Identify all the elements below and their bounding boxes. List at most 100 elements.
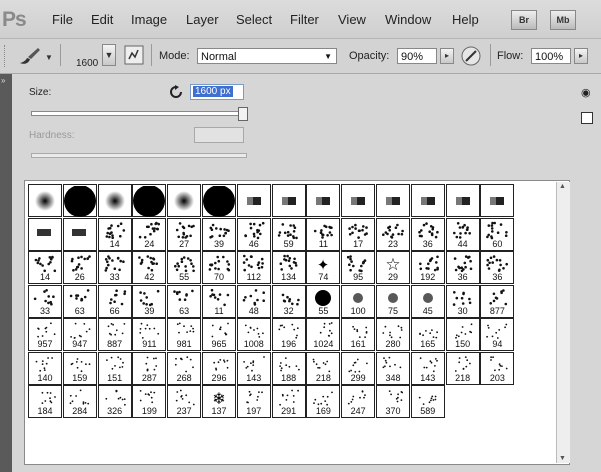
brush-preset-cell[interactable]: 44 [445, 217, 480, 251]
brush-preset-cell[interactable]: 24 [132, 217, 167, 251]
brush-panel-icon[interactable] [124, 45, 144, 65]
brush-preset-cell[interactable] [271, 184, 306, 217]
brush-preset-cell[interactable] [132, 184, 167, 217]
brush-preset-cell[interactable]: 143 [236, 351, 271, 385]
brush-preset-cell[interactable] [445, 184, 480, 217]
brush-preset-cell[interactable]: 184 [28, 385, 62, 418]
brush-preset-cell[interactable]: 48 [236, 284, 271, 318]
brush-preset-cell[interactable] [62, 217, 97, 251]
brush-preset-cell[interactable] [480, 184, 515, 217]
brush-preset-cell[interactable]: 59 [271, 217, 306, 251]
brush-preset-cell[interactable]: ✦ 74 [306, 251, 341, 284]
brush-preset-cell[interactable]: 165 [410, 318, 445, 351]
brush-preset-cell[interactable] [410, 184, 445, 217]
pressure-opacity-icon[interactable] [460, 45, 482, 67]
brush-preset-cell[interactable]: 26 [62, 251, 97, 284]
new-preset-icon[interactable] [581, 112, 593, 124]
brush-preset-cell[interactable]: 39 [132, 284, 167, 318]
reset-size-icon[interactable] [169, 85, 183, 99]
brush-preset-cell[interactable]: 42 [132, 251, 167, 284]
brush-preset-cell[interactable] [376, 184, 410, 217]
brush-preset-cell[interactable]: 589 [410, 385, 445, 418]
brush-preset-cell[interactable]: 55 [306, 284, 341, 318]
brush-preset-cell[interactable]: 284 [62, 385, 97, 418]
menu-file[interactable]: File [52, 12, 73, 27]
brush-preset-cell[interactable]: 23 [376, 217, 410, 251]
brush-preset-cell[interactable]: ❄ 137 [202, 385, 236, 418]
menu-edit[interactable]: Edit [91, 12, 113, 27]
brush-preset-cell[interactable]: 965 [202, 318, 236, 351]
brush-preset-cell[interactable]: ☆ 29 [376, 251, 410, 284]
brush-preset-cell[interactable] [236, 184, 271, 217]
brush-preset-cell[interactable] [97, 184, 132, 217]
brush-preset-cell[interactable]: 326 [97, 385, 132, 418]
opacity-field[interactable]: 90% [397, 48, 437, 64]
scroll-down-icon[interactable]: ▼ [559, 455, 566, 462]
brush-preset-cell[interactable]: 46 [236, 217, 271, 251]
brush-preset-cell[interactable]: 33 [97, 251, 132, 284]
menu-window[interactable]: Window [385, 12, 431, 27]
brush-preset-cell[interactable] [28, 217, 62, 251]
brush-preset-cell[interactable]: 36 [410, 217, 445, 251]
brush-preset-cell[interactable]: 947 [62, 318, 97, 351]
brush-preset-cell[interactable]: 296 [202, 351, 236, 385]
brush-preset-cell[interactable]: 134 [271, 251, 306, 284]
brush-preset-cell[interactable]: 150 [445, 318, 480, 351]
brush-preset-cell[interactable]: 14 [28, 251, 62, 284]
brush-preset-cell[interactable] [306, 184, 341, 217]
brush-preset-cell[interactable]: 143 [410, 351, 445, 385]
menu-select[interactable]: Select [236, 12, 272, 27]
brush-preset-cell[interactable] [62, 184, 97, 217]
brush-preset-cell[interactable]: 196 [271, 318, 306, 351]
brush-preset-cell[interactable]: 197 [236, 385, 271, 418]
brush-preset-cell[interactable]: 14 [97, 217, 132, 251]
brush-preset-cell[interactable]: 17 [341, 217, 376, 251]
menu-help[interactable]: Help [452, 12, 479, 27]
brush-preset-cell[interactable]: 36 [480, 251, 515, 284]
brush-preset-cell[interactable]: 1024 [306, 318, 341, 351]
brush-preset-cell[interactable]: 192 [410, 251, 445, 284]
brush-preset-cell[interactable]: 100 [341, 284, 376, 318]
brush-preset-cell[interactable]: 112 [236, 251, 271, 284]
brush-preset-cell[interactable]: 299 [341, 351, 376, 385]
brush-preset-cell[interactable]: 30 [445, 284, 480, 318]
brush-preset-cell[interactable]: 11 [202, 284, 236, 318]
brush-preset-cell[interactable] [167, 184, 202, 217]
panel-menu-arrow-icon[interactable]: ◉ [581, 86, 591, 99]
brush-preset-cell[interactable]: 247 [341, 385, 376, 418]
brush-preset-cell[interactable]: 169 [306, 385, 341, 418]
brush-preset-cell[interactable]: 877 [480, 284, 515, 318]
tool-preset-dropdown[interactable]: ▼ [45, 53, 53, 62]
menu-layer[interactable]: Layer [186, 12, 219, 27]
brush-preset-cell[interactable]: 199 [132, 385, 167, 418]
brush-preset-cell[interactable]: 75 [376, 284, 410, 318]
brush-preset-cell[interactable]: 32 [271, 284, 306, 318]
opacity-slider-toggle[interactable]: ▸ [440, 48, 454, 64]
brush-preset-cell[interactable]: 63 [62, 284, 97, 318]
brush-preset-cell[interactable]: 268 [167, 351, 202, 385]
brush-preset-cell[interactable]: 36 [445, 251, 480, 284]
brush-preset-cell[interactable]: 1008 [236, 318, 271, 351]
brush-preset-cell[interactable] [202, 184, 236, 217]
brush-preset-cell[interactable]: 140 [28, 351, 62, 385]
brush-preset-cell[interactable]: 94 [480, 318, 515, 351]
brush-preset-cell[interactable]: 95 [341, 251, 376, 284]
brush-preset-cell[interactable]: 161 [341, 318, 376, 351]
brush-preset-cell[interactable] [341, 184, 376, 217]
brush-preset-cell[interactable]: 218 [306, 351, 341, 385]
brush-preset-cell[interactable]: 981 [167, 318, 202, 351]
menu-view[interactable]: View [338, 12, 366, 27]
brush-preset-cell[interactable]: 151 [97, 351, 132, 385]
brush-preset-cell[interactable]: 55 [167, 251, 202, 284]
brush-preset-cell[interactable] [28, 184, 62, 217]
brush-preset-cell[interactable]: 291 [271, 385, 306, 418]
brush-preset-cell[interactable]: 66 [97, 284, 132, 318]
grid-scrollbar[interactable]: ▲ ▼ [556, 182, 570, 463]
mini-bridge-button[interactable]: Mb [550, 10, 576, 30]
brush-preset-cell[interactable]: 911 [132, 318, 167, 351]
brush-preset-cell[interactable]: 39 [202, 217, 236, 251]
size-slider-thumb[interactable] [238, 107, 248, 121]
size-field[interactable]: 1600 px [190, 84, 244, 100]
brush-preset-cell[interactable]: 370 [376, 385, 410, 418]
expand-arrows-icon[interactable]: » [1, 76, 5, 85]
